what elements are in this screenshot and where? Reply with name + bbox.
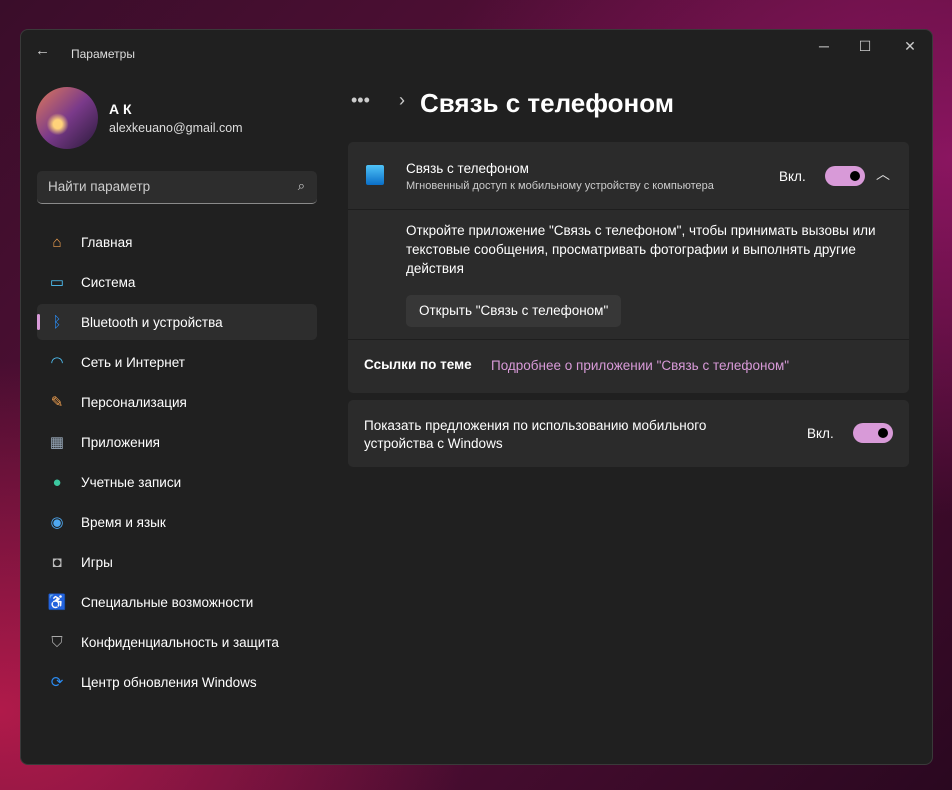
sidebar-item-label: Специальные возможности xyxy=(81,594,254,610)
search-icon[interactable]: ⌕ xyxy=(298,178,305,194)
bluetooth-icon: ᛒ xyxy=(52,313,62,331)
sidebar-item[interactable]: ᛒ Bluetooth и устройства xyxy=(37,304,317,340)
phone-link-description: Откройте приложение "Связь с телефоном",… xyxy=(406,223,876,276)
sidebar-nav: ⌂ Главная ▭ Система ᛒ Bluetooth и устройства ◠… xyxy=(37,224,317,704)
phone-link-header[interactable]: Связь с телефоном Мгновенный доступ к мо… xyxy=(348,142,909,210)
home-icon: ⌂ xyxy=(52,233,62,251)
gamepad-icon: ◘ xyxy=(52,553,62,571)
toggle-state-label: Вкл. xyxy=(807,426,834,441)
breadcrumb: ••• › xyxy=(351,90,405,111)
page-title: Связь с телефоном xyxy=(420,88,674,118)
app-title: Параметры xyxy=(71,47,135,61)
main-content: ••• › Связь с телефоном Связь с телефоно… xyxy=(348,30,932,764)
brush-icon: ✎ xyxy=(50,394,64,411)
sidebar-item[interactable]: ● Учетные записи xyxy=(37,464,317,500)
sidebar-item[interactable]: ▭ Система xyxy=(37,264,317,300)
user-name: А К xyxy=(109,101,132,117)
phone-link-subtitle: Мгновенный доступ к мобильному устройств… xyxy=(406,180,714,192)
sidebar-item-label: Время и язык xyxy=(81,514,166,530)
sidebar-item[interactable]: ◉ Время и язык xyxy=(37,504,317,540)
suggestions-label: Показать предложения по использованию мо… xyxy=(364,418,707,451)
sidebar-item-label: Центр обновления Windows xyxy=(81,674,257,690)
phone-link-card: Связь с телефоном Мгновенный доступ к мо… xyxy=(348,142,909,393)
toggle-state-label: Вкл. xyxy=(779,169,806,184)
phone-link-icon xyxy=(366,165,384,185)
chevron-right-icon: › xyxy=(399,90,405,110)
settings-window: ← Параметры ─ ☐ ✕ А К alexkeuano@gmail.c… xyxy=(20,29,933,765)
sidebar-item-label: Bluetooth и устройства xyxy=(81,314,223,330)
avatar[interactable] xyxy=(36,87,98,149)
sidebar-item-label: Учетные записи xyxy=(81,474,182,490)
wifi-icon: ◠ xyxy=(50,354,64,371)
suggestions-toggle[interactable] xyxy=(853,423,893,443)
apps-icon: ▦ xyxy=(49,434,65,451)
sidebar-item[interactable]: ✎ Персонализация xyxy=(37,384,317,420)
sidebar-item-label: Конфиденциальность и защита xyxy=(81,634,279,650)
sidebar-item-label: Приложения xyxy=(81,434,160,450)
sidebar-item[interactable]: ⟳ Центр обновления Windows xyxy=(37,664,317,700)
sidebar-item-label: Система xyxy=(81,274,136,290)
user-email: alexkeuano@gmail.com xyxy=(109,121,243,135)
back-button[interactable]: ← xyxy=(35,42,50,59)
sidebar-item[interactable]: ◘ Игры xyxy=(37,544,317,580)
breadcrumb-more-button[interactable]: ••• xyxy=(351,90,370,110)
sidebar-item[interactable]: ◠ Сеть и Интернет xyxy=(37,344,317,380)
sidebar-item-label: Игры xyxy=(81,554,113,570)
chevron-up-icon[interactable]: ︿ xyxy=(876,164,890,184)
globe-icon: ◉ xyxy=(50,514,64,531)
search-box[interactable]: ⌕ xyxy=(37,171,317,204)
related-links-row: Ссылки по теме Подробнее о приложении "С… xyxy=(348,339,909,393)
related-links-label: Ссылки по теме xyxy=(364,357,472,372)
shield-icon: ⛉ xyxy=(51,633,63,651)
update-icon: ⟳ xyxy=(50,674,64,691)
suggestions-card: Показать предложения по использованию мо… xyxy=(348,400,909,467)
person-icon: ● xyxy=(52,473,62,491)
accessibility-icon: ♿ xyxy=(47,594,67,611)
sidebar-item-label: Главная xyxy=(81,234,133,250)
sidebar-item[interactable]: ▦ Приложения xyxy=(37,424,317,460)
open-phone-link-button[interactable]: Открыть "Связь с телефоном" xyxy=(406,295,622,327)
monitor-icon: ▭ xyxy=(49,274,65,291)
sidebar-item[interactable]: ♿ Специальные возможности xyxy=(37,584,317,620)
phone-link-title: Связь с телефоном xyxy=(406,161,529,176)
sidebar-item-label: Персонализация xyxy=(81,394,187,410)
sidebar-item[interactable]: ⌂ Главная xyxy=(37,224,317,260)
sidebar-item[interactable]: ⛉ Конфиденциальность и защита xyxy=(37,624,317,660)
phone-link-toggle[interactable] xyxy=(825,166,865,186)
learn-more-link[interactable]: Подробнее о приложении "Связь с телефоно… xyxy=(491,358,789,373)
search-input[interactable] xyxy=(48,179,278,194)
sidebar-item-label: Сеть и Интернет xyxy=(81,354,185,370)
